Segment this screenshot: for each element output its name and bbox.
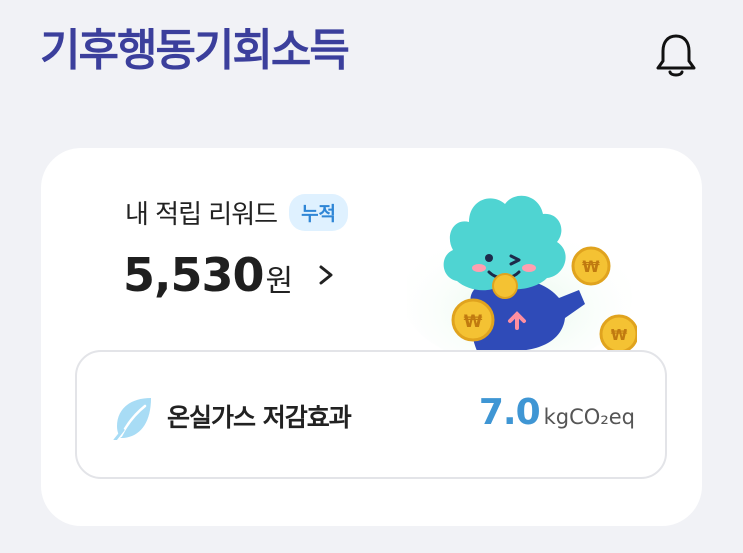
app-title: 기후행동기회소득 <box>40 25 350 76</box>
reward-title-row: 내 적립 리워드 누적 <box>125 194 349 231</box>
reward-amount-link[interactable]: 5,530 원 <box>123 248 335 302</box>
cumulative-badge: 누적 <box>289 194 349 231</box>
chevron-right-icon <box>319 265 333 285</box>
emission-value: 7.0 <box>478 392 541 433</box>
svg-text:₩: ₩ <box>611 326 628 344</box>
svg-text:₩: ₩ <box>464 312 483 332</box>
reward-amount: 5,530 <box>123 248 265 302</box>
mascot-illustration: ₩ ₩ ₩ <box>407 195 637 358</box>
leaf-icon <box>113 398 151 440</box>
app-screen: 기후행동기회소득 내 적립 리워드 누적 5,530 원 ₩ ₩ ₩ 온실가스 … <box>0 0 743 553</box>
svg-text:₩: ₩ <box>582 257 600 276</box>
emission-reduction-box[interactable]: 온실가스 저감효과 7.0 kgCO₂eq <box>75 350 667 479</box>
bell-icon[interactable] <box>652 30 700 80</box>
reward-title: 내 적립 리워드 <box>125 200 278 230</box>
reward-unit: 원 <box>265 264 294 299</box>
emission-value-group: 7.0 kgCO₂eq <box>479 392 635 433</box>
emission-label: 온실가스 저감효과 <box>167 403 352 432</box>
emission-unit: kgCO₂eq <box>543 405 635 429</box>
reward-card: 내 적립 리워드 누적 5,530 원 ₩ ₩ ₩ 온실가스 저감효과 7.0 … <box>41 148 702 526</box>
